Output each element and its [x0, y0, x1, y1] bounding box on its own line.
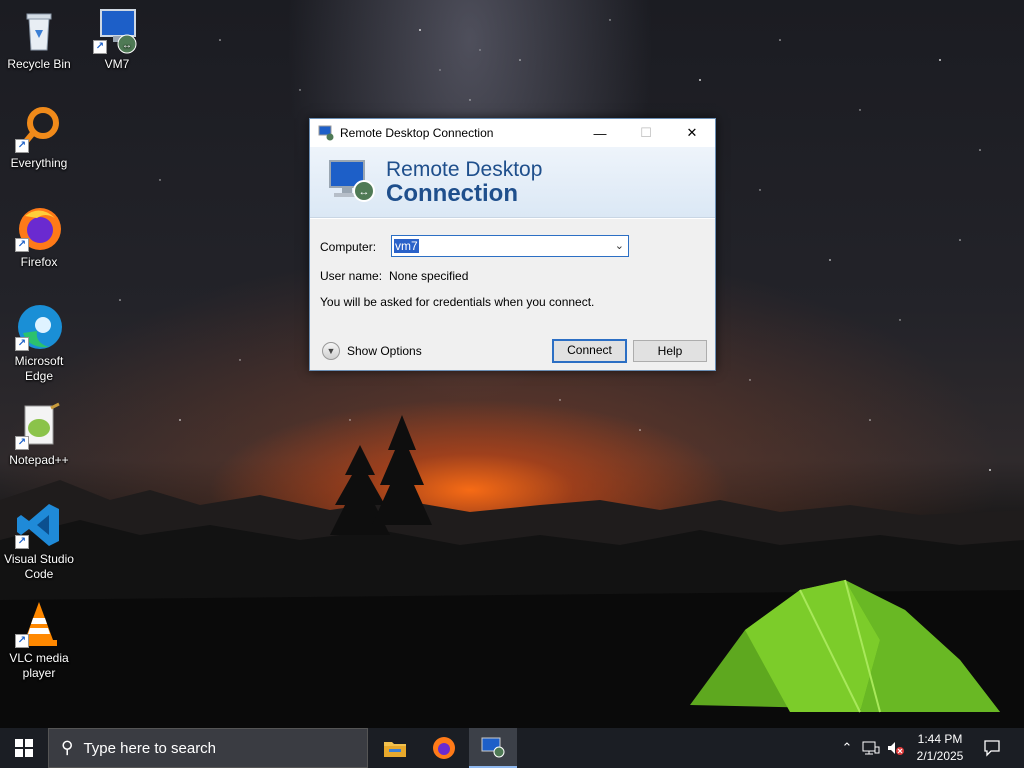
chevron-down-icon[interactable]: ⌄ — [615, 239, 624, 252]
windows-logo-icon — [15, 739, 33, 757]
desktop-icon-label: Notepad++ — [9, 453, 69, 467]
taskbar-search-box[interactable]: ⚲ Type here to search — [48, 728, 368, 768]
vlc-icon: ↗ — [15, 600, 63, 648]
svg-text:↔: ↔ — [122, 40, 132, 51]
desktop-icon-label: VM7 — [104, 57, 130, 71]
desktop-icon-vlc[interactable]: ↗ VLC media player — [0, 600, 78, 681]
desktop-icon-notepad-plus-plus[interactable]: ↗ Notepad++ — [0, 402, 78, 468]
close-button[interactable]: ✕ — [669, 119, 715, 147]
desktop-icon-everything[interactable]: ↗ Everything — [0, 105, 78, 171]
dialog-titlebar[interactable]: Remote Desktop Connection — ☐ ✕ — [310, 119, 715, 147]
remote-desktop-dialog: Remote Desktop Connection — ☐ ✕ ↔ Remote… — [309, 118, 716, 371]
desktop-icon-label: Microsoft Edge — [14, 354, 64, 383]
tree-silhouettes — [330, 415, 432, 535]
recycle-bin-icon — [15, 6, 63, 54]
banner-title-line1: Remote Desktop — [386, 158, 543, 181]
desktop-icon-recycle-bin[interactable]: Recycle Bin — [0, 6, 78, 72]
help-button[interactable]: Help — [633, 340, 707, 362]
show-options-toggle[interactable]: ▼ Show Options — [322, 342, 422, 360]
firefox-icon: ↗ — [15, 204, 63, 252]
remote-desktop-small-icon — [318, 125, 334, 141]
credentials-info-text: You will be asked for credentials when y… — [320, 295, 595, 309]
computer-combobox[interactable]: vm7 ⌄ — [391, 235, 629, 257]
action-center-notification-icon[interactable] — [978, 728, 1006, 768]
desktop-icon-label: Firefox — [20, 255, 58, 269]
minimize-button[interactable]: — — [577, 119, 623, 147]
search-icon: ⚲ — [61, 738, 74, 757]
taskbar-firefox[interactable] — [420, 728, 468, 768]
desktop-icon-microsoft-edge[interactable]: ↗ Microsoft Edge — [0, 303, 78, 384]
network-icon[interactable] — [860, 728, 882, 768]
chevron-down-circle-icon[interactable]: ▼ — [322, 342, 340, 360]
remote-desktop-icon: ↔ ↗ — [93, 6, 141, 54]
clock-date: 2/1/2025 — [916, 749, 964, 763]
connect-button[interactable]: Connect — [552, 339, 627, 363]
computer-label: Computer: — [320, 240, 377, 254]
notepad-plus-plus-icon: ↗ — [15, 402, 63, 450]
vscode-icon: ↗ — [15, 501, 63, 549]
everything-search-icon: ↗ — [15, 105, 63, 153]
remote-desktop-icon — [481, 737, 505, 758]
username-label: User name: — [320, 269, 383, 283]
taskbar-remote-desktop[interactable] — [469, 728, 517, 768]
clock-time: 1:44 PM — [917, 732, 963, 746]
desktop-icon-vm7[interactable]: ↔ ↗ VM7 — [78, 6, 156, 72]
taskbar-clock[interactable]: 1:44 PM 2/1/2025 — [905, 731, 975, 765]
desktop-icon-label: Visual Studio Code — [4, 552, 74, 581]
banner-title-line2: Connection — [386, 180, 518, 207]
edge-icon: ↗ — [15, 303, 63, 351]
desktop-icon-visual-studio-code[interactable]: ↗ Visual Studio Code — [0, 501, 78, 582]
dialog-banner: ↔ Remote Desktop Connection — [310, 147, 715, 218]
desktop-icon-firefox[interactable]: ↗ Firefox — [0, 204, 78, 270]
username-value: None specified — [389, 269, 469, 283]
show-options-label[interactable]: Show Options — [347, 344, 422, 358]
folder-icon — [384, 742, 406, 757]
desktop-icon-label: Everything — [10, 156, 68, 170]
desktop-icon-label: Recycle Bin — [7, 57, 71, 71]
maximize-button: ☐ — [640, 125, 652, 140]
computer-value[interactable]: vm7 — [394, 239, 419, 253]
show-hidden-icons-chevron-up-icon[interactable]: ⌃ — [838, 728, 856, 768]
remote-desktop-large-icon: ↔ — [329, 160, 375, 202]
svg-text:↔: ↔ — [359, 186, 370, 198]
desktop-icon-label: VLC media player — [9, 651, 69, 680]
dialog-title: Remote Desktop Connection — [340, 126, 494, 140]
search-placeholder: Type here to search — [83, 739, 217, 757]
start-button[interactable] — [0, 728, 48, 768]
taskbar-file-explorer[interactable] — [371, 728, 419, 768]
divider — [310, 218, 715, 219]
volume-muted-icon[interactable] — [884, 728, 906, 768]
firefox-icon — [433, 737, 455, 759]
